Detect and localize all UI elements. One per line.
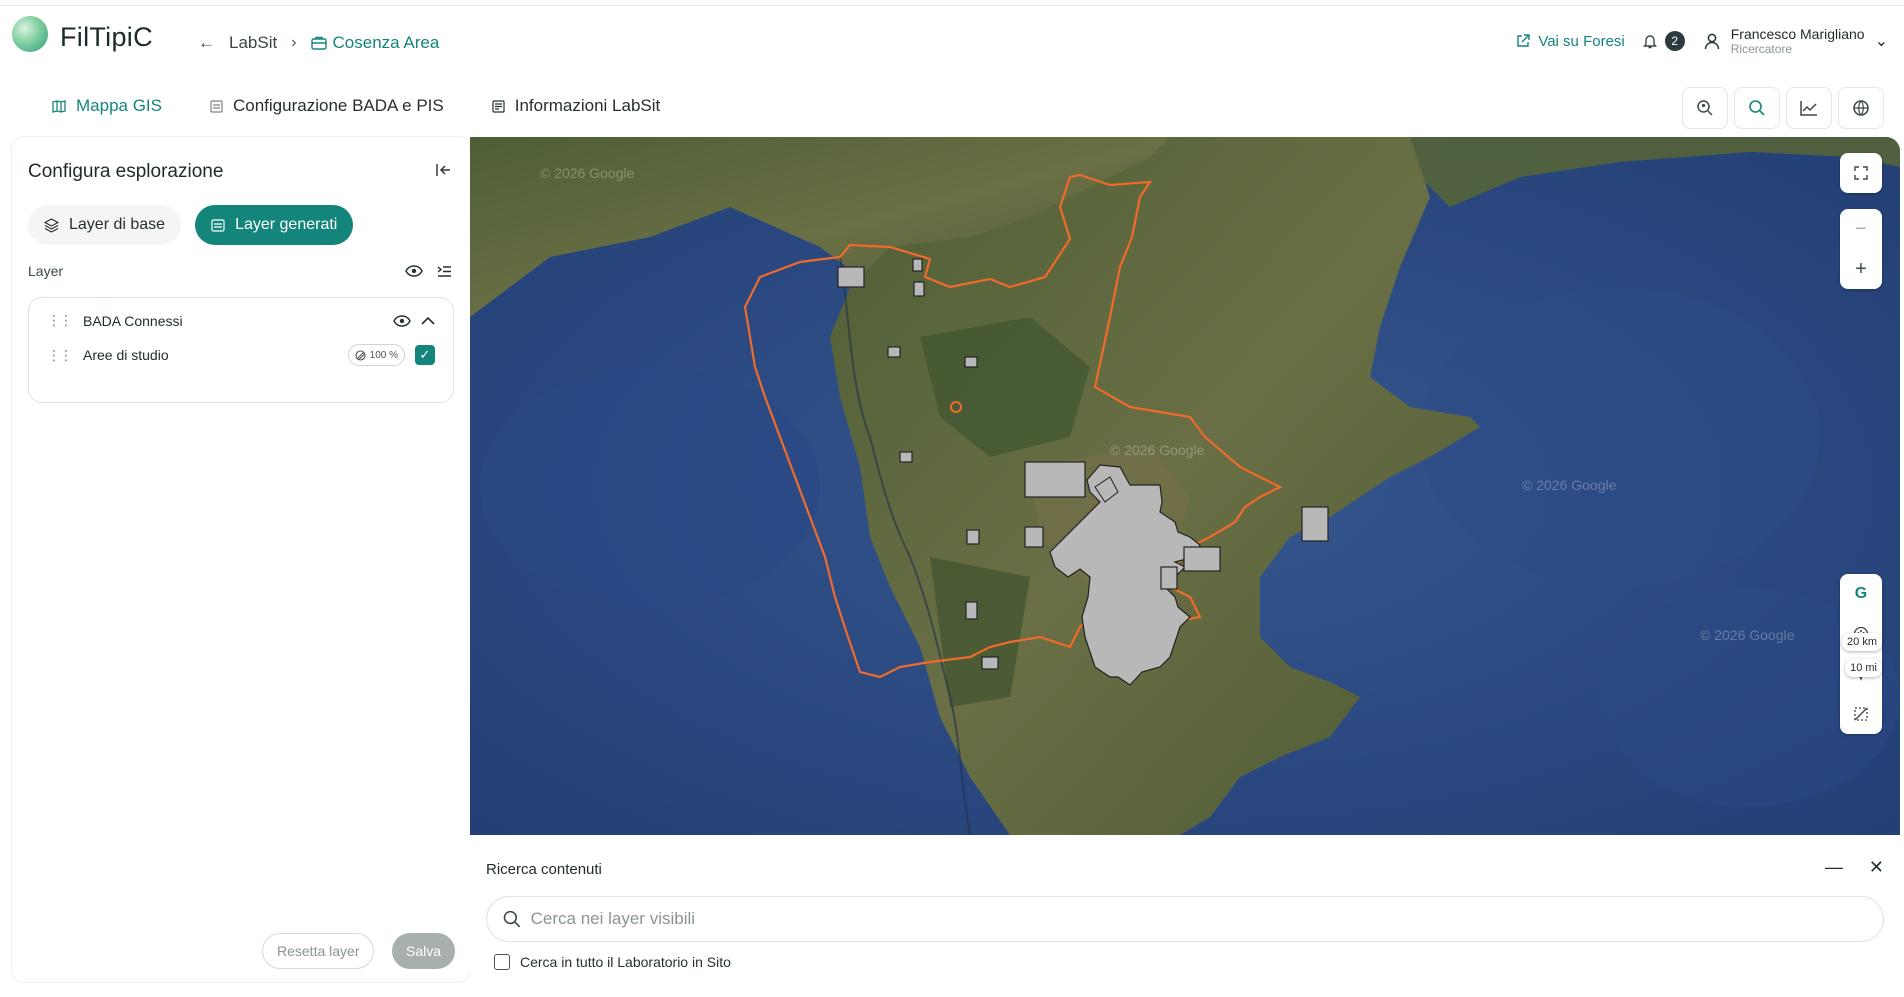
zoom-out-icon[interactable]: −	[1840, 209, 1882, 249]
layer-header: Layer	[28, 263, 452, 279]
notifications-button[interactable]: 2	[1642, 31, 1685, 51]
seg-label: Layer di base	[69, 216, 166, 233]
breadcrumb-current-label: Cosenza Area	[332, 33, 440, 52]
map-watermark: © 2026 Google	[1110, 442, 1205, 458]
map-view[interactable]: © 2026 Google © 2026 Google © 2026 Googl…	[470, 137, 1900, 835]
layer-item-name: Aree di studio	[83, 347, 169, 363]
map-icon	[52, 99, 66, 113]
search-location-icon[interactable]	[1682, 87, 1728, 129]
select-area-icon[interactable]	[1840, 694, 1882, 734]
layer-group-name: BADA Connessi	[83, 312, 183, 329]
layer-label: Layer	[28, 263, 64, 279]
layers-icon	[44, 217, 59, 233]
external-link-icon	[1517, 34, 1531, 47]
minimize-icon[interactable]: —	[1825, 857, 1843, 878]
exploration-panel: Configura esplorazione Layer di base Lay…	[12, 137, 470, 982]
map-watermark: © 2026 Google	[1700, 627, 1795, 643]
tab-mappa-gis[interactable]: Mappa GIS	[52, 96, 162, 116]
layers-globe-icon[interactable]	[1838, 87, 1884, 129]
app-brand: FilTipiC	[60, 22, 153, 52]
map-tools-control: G	[1840, 574, 1882, 734]
briefcase-icon	[310, 36, 327, 50]
reset-layer-button[interactable]: Resetta layer	[262, 933, 375, 969]
tab-configurazione[interactable]: Configurazione BADA e PIS	[210, 96, 444, 116]
opacity-icon	[355, 349, 366, 361]
tab-label: Configurazione BADA e PIS	[233, 96, 444, 115]
seg-layer-base[interactable]: Layer di base	[28, 205, 182, 245]
search-icon	[503, 910, 521, 928]
main-tabs: Mappa GIS Configurazione BADA e PIS Info…	[52, 96, 660, 116]
chevron-down-icon: ⌄	[1874, 33, 1888, 50]
google-g-icon[interactable]: G	[1840, 574, 1882, 614]
save-button[interactable]: Salva	[392, 933, 456, 969]
eye-icon[interactable]	[393, 314, 411, 327]
user-name: Francesco Marigliano	[1730, 26, 1865, 42]
generated-layer-icon	[211, 218, 225, 232]
seg-layer-generati[interactable]: Layer generati	[195, 205, 354, 245]
layer-group: ⋮⋮ BADA Connessi ⋮⋮ Aree di studio 100 %…	[28, 297, 454, 403]
eye-icon[interactable]	[405, 265, 423, 277]
fullscreen-control[interactable]	[1840, 153, 1882, 193]
search-icon[interactable]	[1734, 87, 1780, 129]
layer-item-row[interactable]: ⋮⋮ Aree di studio 100 % ✓	[47, 344, 435, 366]
map-watermark: © 2026 Google	[1522, 477, 1617, 493]
search-all-option[interactable]: Cerca in tutto il Laboratorio in Sito	[494, 954, 731, 970]
external-link[interactable]: Vai su Foresi	[1516, 32, 1625, 50]
view-toolbar	[1682, 87, 1884, 129]
breadcrumb-root[interactable]: LabSit	[229, 33, 277, 53]
drag-handle-icon[interactable]: ⋮⋮	[47, 347, 73, 364]
map-watermark: © 2026 Google	[540, 165, 635, 181]
layer-type-switch: Layer di base Layer generati	[28, 205, 354, 245]
close-icon[interactable]: ✕	[1869, 857, 1884, 878]
list-filter-icon[interactable]	[437, 265, 452, 278]
tab-label: Informazioni LabSit	[514, 96, 661, 115]
seg-label: Layer generati	[235, 216, 338, 233]
layer-group-row[interactable]: ⋮⋮ BADA Connessi	[47, 312, 435, 329]
info-doc-icon	[492, 99, 505, 113]
breadcrumb: ← LabSit › Cosenza Area	[198, 33, 439, 53]
search-all-label: Cerca in tutto il Laboratorio in Sito	[520, 954, 731, 970]
opacity-value: 100 %	[369, 349, 398, 361]
opacity-control[interactable]: 100 %	[347, 344, 405, 366]
tab-label: Mappa GIS	[76, 96, 162, 115]
external-link-label: Vai su Foresi	[1538, 32, 1625, 50]
chevron-right-icon: ›	[291, 34, 297, 51]
search-all-checkbox[interactable]	[494, 954, 510, 970]
zoom-in-icon[interactable]: +	[1840, 249, 1882, 289]
search-panel: Ricerca contenuti — ✕ Cerca in tutto il …	[470, 835, 1900, 985]
search-title: Ricerca contenuti	[486, 861, 602, 878]
collapse-panel-icon[interactable]	[436, 163, 452, 182]
search-field[interactable]	[486, 896, 1884, 942]
scale-km: 20 km	[1842, 633, 1882, 651]
window-top-border	[0, 0, 1904, 6]
notifications-badge: 2	[1664, 31, 1685, 51]
layer-visible-checkbox[interactable]: ✓	[415, 345, 435, 365]
app-logo[interactable]	[12, 16, 48, 52]
zoom-control: − +	[1840, 209, 1882, 289]
config-icon	[210, 99, 223, 113]
chart-line-icon[interactable]	[1786, 87, 1832, 129]
chevron-up-icon[interactable]	[421, 316, 435, 325]
user-role: Ricercatore	[1730, 42, 1793, 56]
scale-mi: 10 mi	[1845, 659, 1882, 677]
breadcrumb-current[interactable]: Cosenza Area	[310, 33, 440, 53]
search-panel-actions: — ✕	[1825, 857, 1884, 878]
bell-icon	[1642, 34, 1657, 48]
header-actions: Vai su Foresi 2 Francesco Marigliano Ric…	[1516, 26, 1888, 56]
search-input[interactable]	[530, 909, 1867, 929]
satellite-map[interactable]	[470, 137, 1900, 835]
user-menu[interactable]: Francesco Marigliano Ricercatore ⌄	[1703, 26, 1888, 56]
user-icon	[1704, 33, 1719, 50]
fullscreen-icon[interactable]	[1840, 153, 1882, 193]
drag-handle-icon[interactable]: ⋮⋮	[47, 312, 73, 329]
panel-title: Configura esplorazione	[28, 161, 224, 182]
tab-informazioni[interactable]: Informazioni LabSit	[492, 96, 661, 116]
arrow-left-icon[interactable]: ←	[198, 33, 215, 53]
